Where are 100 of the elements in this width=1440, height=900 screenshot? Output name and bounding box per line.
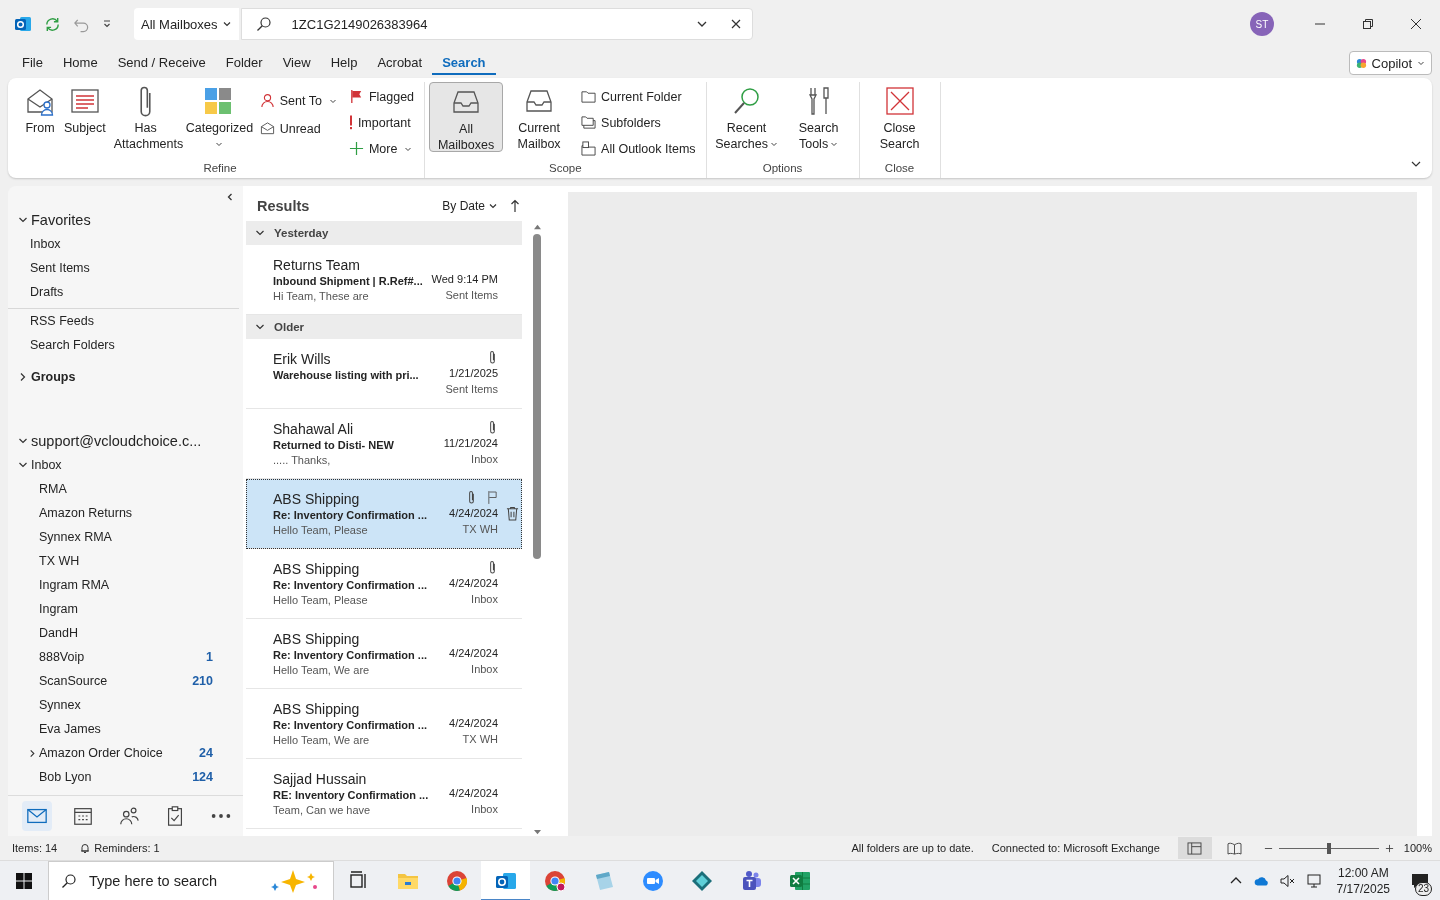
chrome-icon [542,868,567,893]
windows-start-icon[interactable] [16,872,32,889]
customize-caret-icon[interactable] [102,19,112,29]
folder-item[interactable]: RMA [8,477,243,501]
message-folder: Sent Items [445,288,498,303]
zoom-in-icon[interactable] [1384,843,1394,853]
clock-date[interactable]: 7/17/2025 [1336,880,1390,897]
sort-dropdown[interactable]: By Date [442,199,498,213]
folder-section[interactable]: Favorites [8,208,239,232]
zoom-level[interactable]: 100% [1403,842,1432,854]
ribbon-button[interactable]: Important [348,112,415,133]
message-item[interactable]: Erik Wills Warehouse listing with pri... 1/21/2025 Sent Items [246,339,522,409]
ribbon-button[interactable]: More [348,138,415,159]
folder-item[interactable]: Amazon Order Choice 24 [8,741,243,765]
items-count: Items: 14 [12,842,58,854]
message-date: Wed 9:14 PM [431,272,498,287]
message-item[interactable]: Sajjad Hussain RE: Inventory Confirmation ... Team, Can we have 4/24/2024 Inbox [246,759,522,829]
ribbon-button[interactable]: Flagged [348,86,415,107]
ribbon-tab[interactable]: Search [432,51,496,75]
folder-item[interactable]: Inbox [8,453,243,477]
ribbon-button[interactable]: All Outlook Items [581,138,696,159]
ribbon-button[interactable]: Current Folder [581,86,696,107]
folder-item[interactable]: TX WH [8,549,243,573]
folder-item[interactable]: Ingram [8,597,243,621]
ribbon-tab[interactable]: Acrobat [367,51,433,75]
ribbon-tab[interactable]: Folder [215,51,273,75]
ribbon-button[interactable]: Subject [60,82,110,152]
view-button[interactable] [1177,837,1212,859]
search-icon [61,872,77,889]
taskbar-search-field[interactable]: Type here to search [87,871,263,890]
ribbon-button[interactable]: Current Mailbox [503,82,576,152]
ribbon-tab[interactable]: Send / Receive [107,51,216,75]
folder-item[interactable]: ScanSource 210 [8,669,243,693]
folder-item[interactable]: DandH [8,621,243,645]
taskbar-app[interactable] [481,860,530,900]
ribbon-button[interactable]: Sent To [259,90,337,111]
message-subject: RE: Inventory Confirmation ... [273,788,430,803]
sort-direction-icon[interactable] [510,199,520,213]
ribbon-button[interactable]: From [20,82,60,152]
unread-count: 1 [206,650,213,664]
folder-item[interactable]: Inbox [8,232,239,256]
ribbon-button[interactable]: All Mailboxes [429,82,504,152]
sender-name: Erik Wills [273,350,332,368]
user-avatar[interactable]: ST [1250,12,1274,36]
ribbon-button[interactable]: Unread [259,118,337,139]
search-field[interactable]: 1ZC1G2149026383964 [291,16,674,32]
message-subject: Returned to Disti- NEW [273,438,395,453]
message-folder: Sent Items [445,382,498,397]
group-header[interactable]: Older [246,315,522,339]
scroll-up-icon[interactable] [532,223,542,230]
copilot-button[interactable]: Copilot [1348,51,1432,75]
sender-name: Shahawal Ali [273,420,355,438]
ribbon-tab[interactable]: File [12,51,53,75]
sync-status: All folders are up to date. [851,842,974,854]
module-button[interactable] [22,801,52,831]
folder-calendar-icon [581,141,597,156]
message-item[interactable]: ABS Shipping Re: Inventory Confirmation ... Hello Team, We are 4/24/2024 Inbox [246,619,522,689]
ribbon-tab[interactable]: View [272,51,321,75]
message-item[interactable]: ABS Shipping Re: Inventory Confirmation ... Hello Team, We are 4/24/2024 TX WH [246,689,522,759]
group-header[interactable]: Yesterday [246,221,522,245]
ribbon-button[interactable]: Close Search [863,82,936,152]
speaker-muted-icon[interactable] [1279,873,1296,888]
folder-item[interactable]: RSS Feeds [8,309,243,333]
folder-item[interactable]: Ingram RMA [8,573,243,597]
collapse-pane-icon[interactable] [225,192,235,202]
network-icon[interactable] [1305,873,1322,888]
scope-dropdown[interactable]: All Mailboxes [134,8,239,40]
search-box[interactable]: 1ZC1G2149026383964 [240,8,753,40]
ribbon-tab[interactable]: Home [52,51,108,75]
message-item[interactable]: ABS Shipping Re: Inventory Confirmation ... Hello Team, Please 4/24/2024 Inbox [246,549,522,619]
ribbon-button[interactable]: Recent Searches [710,82,783,152]
folder-item[interactable]: Eva James [8,717,243,741]
folder-item[interactable]: Synnex RMA [8,525,243,549]
sync-icon[interactable] [44,15,61,33]
folder-item[interactable]: 888Voip 1 [8,645,243,669]
folder-item[interactable]: Sent Items [8,256,239,280]
reminders-link[interactable]: Reminders: 1 [79,842,160,854]
account-section[interactable]: support@vcloudchoice.c... [8,429,243,453]
ribbon-button[interactable]: Has Attachments [109,82,182,152]
message-preview: Team, Can we have [273,803,372,818]
ribbon-tab[interactable]: Help [320,51,368,75]
delete-icon[interactable] [506,506,519,521]
flag-icon[interactable] [487,489,498,505]
message-item[interactable]: ABS Shipping Re: Inventory Confirmation ... Hello Team, Please 4/24/2024 TX WH [246,479,522,549]
folder-item[interactable]: Bob Lyon 124 [8,765,243,789]
folder-item[interactable]: Amazon Returns [8,501,243,525]
ribbon-button[interactable]: Subfolders [581,112,696,133]
folder-section[interactable]: Groups [8,365,243,389]
folder-item[interactable]: Synnex [8,693,243,717]
ribbon-button[interactable]: Search Tools [782,82,855,152]
taskbar-search-box[interactable]: Type here to search [48,860,334,900]
chevron-down-icon [221,19,232,29]
folder-item[interactable]: Drafts [8,280,239,304]
clear-icon[interactable] [729,18,742,30]
message-date: 4/24/2024 [449,786,498,801]
message-date: 4/24/2024 [449,646,498,661]
sender-name: Sajjad Hussain [273,770,368,788]
clock-time[interactable]: 12:00 AM [1337,864,1389,881]
folder-item[interactable]: Search Folders [8,333,243,357]
message-subject: Warehouse listing with pri... [273,368,420,383]
